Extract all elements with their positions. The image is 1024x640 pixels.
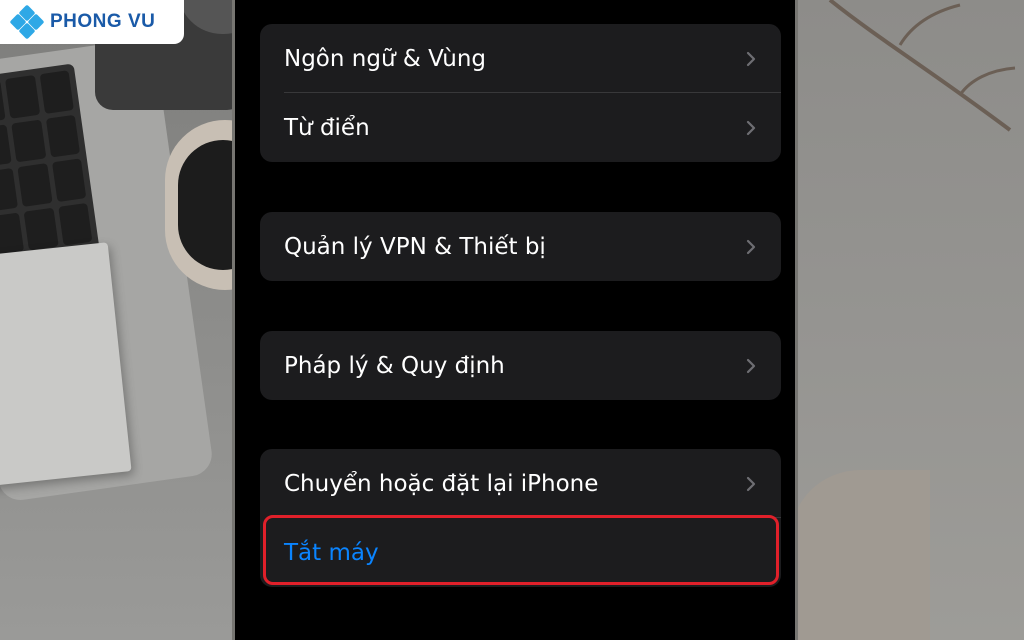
chevron-right-icon	[746, 120, 756, 135]
language-region-row[interactable]: Ngôn ngữ & Vùng	[260, 24, 781, 93]
chevron-right-icon	[746, 239, 756, 254]
phone-screen: Ngôn ngữ & Vùng Từ điển Quản lý VPN & Th…	[232, 0, 798, 640]
legal-regulatory-label: Pháp lý & Quy định	[284, 352, 505, 379]
legal-regulatory-row[interactable]: Pháp lý & Quy định	[260, 331, 781, 400]
vpn-device-management-label: Quản lý VPN & Thiết bị	[284, 233, 546, 260]
dictionary-row[interactable]: Từ điển	[260, 93, 781, 162]
chevron-right-icon	[746, 51, 756, 66]
settings-group-vpn: Quản lý VPN & Thiết bị	[260, 212, 781, 281]
phong-vu-logo: PHONG VU	[0, 0, 184, 44]
hand-image	[790, 470, 930, 640]
logo-icon	[9, 4, 45, 40]
chevron-right-icon	[746, 358, 756, 373]
language-region-label: Ngôn ngữ & Vùng	[284, 45, 487, 72]
settings-group-legal: Pháp lý & Quy định	[260, 331, 781, 400]
branch-image	[828, 0, 1016, 132]
settings-group-language: Ngôn ngữ & Vùng Từ điển	[260, 24, 781, 162]
shut-down-highlight-box	[263, 515, 779, 585]
transfer-reset-iphone-row[interactable]: Chuyển hoặc đặt lại iPhone	[260, 449, 781, 518]
transfer-reset-iphone-label: Chuyển hoặc đặt lại iPhone	[284, 470, 599, 497]
vpn-device-management-row[interactable]: Quản lý VPN & Thiết bị	[260, 212, 781, 281]
logo-text: PHONG VU	[50, 11, 156, 32]
dictionary-label: Từ điển	[284, 114, 370, 141]
chevron-right-icon	[746, 476, 756, 491]
